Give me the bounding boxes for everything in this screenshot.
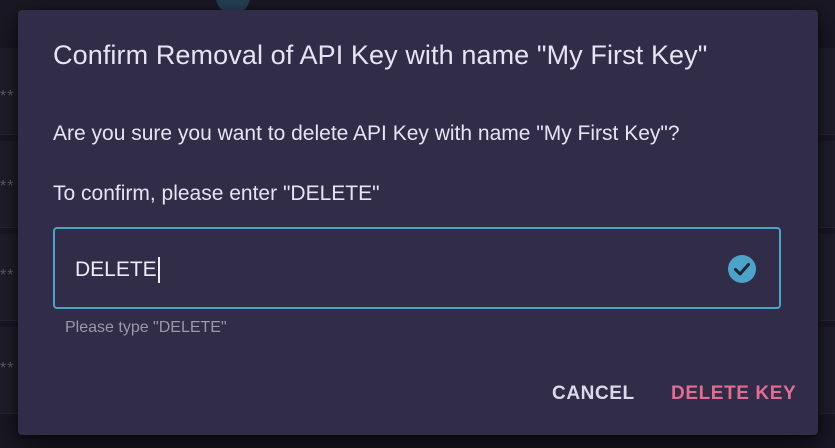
input-hint: Please type "DELETE" — [65, 319, 227, 336]
confirm-text-field[interactable] — [53, 227, 781, 309]
check-circle-icon — [728, 255, 756, 283]
delete-key-button[interactable]: DELETE KEY — [655, 372, 812, 416]
confirmation-instruction: To confirm, please enter "DELETE" — [53, 182, 380, 205]
confirm-delete-dialog: Confirm Removal of API Key with name "My… — [18, 10, 818, 435]
dialog-title: Confirm Removal of API Key with name "My… — [53, 40, 708, 70]
cancel-button[interactable]: CANCEL — [536, 372, 651, 416]
text-cursor — [157, 257, 160, 283]
confirmation-question: Are you sure you want to delete API Key … — [53, 122, 680, 145]
confirm-text-input[interactable] — [75, 257, 695, 283]
